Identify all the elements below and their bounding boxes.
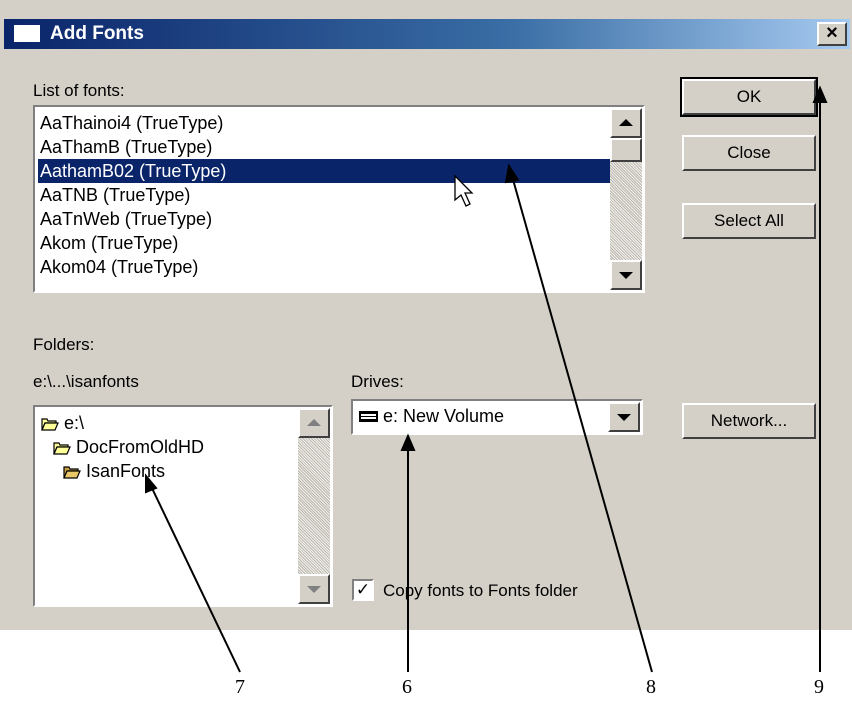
mouse-pointer-icon <box>454 174 474 207</box>
callout-number: 7 <box>235 676 245 698</box>
callout-number: 8 <box>646 676 656 698</box>
annotation-overlay <box>145 85 828 673</box>
callout-arrows <box>145 85 828 673</box>
callout-number: 6 <box>402 676 412 698</box>
callout-number: 9 <box>814 676 824 698</box>
